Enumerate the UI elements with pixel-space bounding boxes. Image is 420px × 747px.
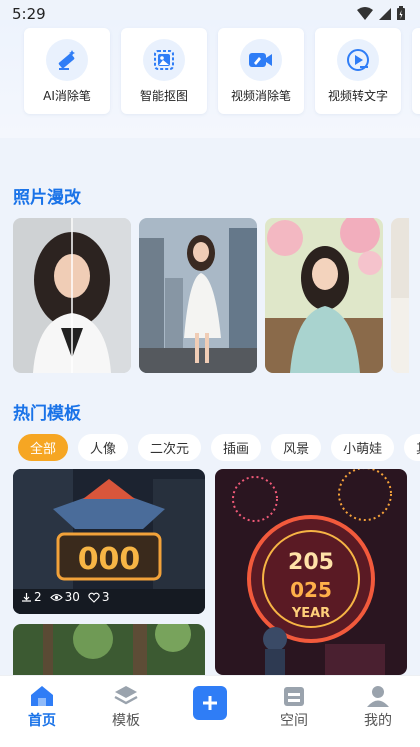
- nav-mine-label: 我的: [364, 713, 392, 729]
- svg-text:025: 025: [290, 578, 332, 602]
- svg-text:205: 205: [288, 550, 334, 575]
- tool-smart-cutout[interactable]: 智能抠图: [121, 28, 207, 114]
- tool-label: 视频消除笔: [230, 88, 291, 103]
- category-chip-kids[interactable]: 小萌娃: [331, 434, 395, 461]
- tools-panel: AI消除笔 智能抠图 视频消除笔 视频转文字: [0, 20, 420, 138]
- section-title-templates: 热门模板: [13, 404, 81, 424]
- photo-card[interactable]: [13, 218, 131, 373]
- wifi-icon: [357, 7, 373, 20]
- tool-video-to-text[interactable]: 视频转文字: [315, 28, 401, 114]
- nav-space-label: 空间: [280, 713, 308, 729]
- tool-row: AI消除笔 智能抠图 视频消除笔 视频转文字: [24, 28, 420, 114]
- bottom-nav: 首页 模板 空间 我的: [0, 675, 420, 747]
- template-card[interactable]: 205 025 YEAR: [215, 469, 407, 675]
- user-icon: [367, 686, 389, 707]
- photo-row: [13, 218, 409, 373]
- plus-icon: [203, 696, 217, 710]
- template-stats: 2 30 3: [21, 590, 110, 604]
- template-card[interactable]: [13, 624, 205, 675]
- category-chip-anime[interactable]: 二次元: [138, 434, 202, 461]
- magic-pen-icon: [46, 38, 88, 81]
- nav-create[interactable]: [175, 684, 245, 720]
- photo-card-partial[interactable]: [391, 218, 409, 373]
- image-cutout-icon: [143, 38, 185, 81]
- tool-label: 视频转文字: [327, 88, 388, 103]
- views-stat: 30: [49, 590, 80, 604]
- section-title-photo: 照片漫改: [13, 188, 81, 208]
- video-eraser-icon: [240, 38, 282, 81]
- heart-icon: [88, 592, 100, 603]
- nav-home[interactable]: 首页: [7, 684, 77, 730]
- tool-label: 智能抠图: [139, 88, 188, 103]
- eye-icon: [49, 593, 63, 601]
- tool-label: AI消除笔: [43, 88, 91, 103]
- download-stat: 2: [21, 590, 42, 604]
- nav-templates-label: 模板: [112, 713, 140, 729]
- category-chip-portrait[interactable]: 人像: [78, 434, 129, 461]
- download-icon: [22, 592, 31, 602]
- tool-video-eraser[interactable]: 视频消除笔: [218, 28, 304, 114]
- video-to-text-icon: [337, 38, 379, 81]
- home-icon: [31, 686, 53, 706]
- template-card[interactable]: 000 2 30 3: [13, 469, 205, 614]
- tool-card-partial[interactable]: [412, 28, 420, 114]
- category-tabs: 全部 人像 二次元 插画 风景 小萌娃 其: [18, 434, 420, 461]
- photo-card[interactable]: [139, 218, 257, 373]
- svg-text:000: 000: [78, 542, 141, 577]
- category-chip-landscape[interactable]: 风景: [271, 434, 322, 461]
- tool-ai-eraser[interactable]: AI消除笔: [24, 28, 110, 114]
- category-chip-all[interactable]: 全部: [18, 434, 69, 461]
- nav-templates[interactable]: 模板: [91, 684, 161, 730]
- photo-card[interactable]: [265, 218, 383, 373]
- category-chip-illustration[interactable]: 插画: [211, 434, 262, 461]
- nav-home-label: 首页: [28, 713, 56, 729]
- folder-icon: [284, 687, 304, 706]
- nav-space[interactable]: 空间: [259, 684, 329, 730]
- plus-button[interactable]: [193, 686, 227, 720]
- nav-mine[interactable]: 我的: [343, 684, 413, 730]
- svg-text:YEAR: YEAR: [291, 606, 330, 621]
- signal-icon: [379, 8, 391, 20]
- likes-stat: 3: [88, 590, 110, 604]
- layers-icon: [114, 686, 138, 705]
- category-chip-other[interactable]: 其: [404, 434, 420, 461]
